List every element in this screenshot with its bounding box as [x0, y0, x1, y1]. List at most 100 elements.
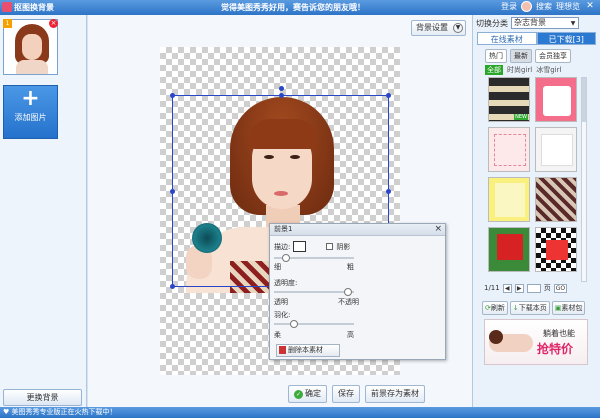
banner-line-1: 躺着也能 [543, 329, 575, 338]
filter-all[interactable]: 全部 [485, 65, 503, 75]
chevron-down-icon: ▼ [453, 23, 463, 33]
editor-area: 背景设置 ▼ 前景1 × 描边: 阴影 细 粗 透明度: 透明 不透明 羽化: … [88, 15, 472, 407]
material-tile[interactable]: NEW [488, 77, 530, 122]
image-thumbnail[interactable]: 1 × [3, 19, 58, 75]
prev-page-icon[interactable]: ◀ [502, 283, 512, 293]
subtab-latest[interactable]: 最新 [510, 49, 532, 63]
thumb-face [22, 34, 42, 60]
feather-labels: 柔 高 [274, 330, 354, 340]
new-badge: NEW [514, 114, 528, 120]
slider-knob[interactable] [290, 320, 298, 328]
close-window-button[interactable]: ✕ [584, 1, 596, 12]
material-pack-button[interactable]: ▣素材包 [551, 301, 586, 315]
save-foreground-button[interactable]: 前景存为素材 [365, 385, 425, 403]
check-icon: ✓ [294, 389, 303, 399]
shadow-checkbox[interactable] [326, 243, 334, 250]
change-background-button[interactable]: 更换背景 [3, 389, 82, 406]
material-tabs: 在线素材 已下载[3] [477, 32, 596, 45]
tile-frame [543, 86, 571, 116]
feather-label: 羽化: [274, 311, 291, 319]
avatar[interactable] [521, 1, 532, 12]
material-tile[interactable] [535, 227, 577, 272]
search-link[interactable]: 搜索 [536, 1, 552, 12]
title-bar: 抠图换背景 觉得美图秀秀好用，赛告诉您的朋友哦！ 登录 搜索 理想览 ✕ [0, 0, 600, 15]
scrollbar-thumb[interactable] [582, 78, 586, 122]
chevron-down-icon: ▼ [570, 20, 576, 27]
subtab-hot[interactable]: 热门 [485, 49, 507, 63]
feather-slider[interactable] [274, 320, 354, 328]
material-grid: NEW [488, 77, 577, 272]
material-tile[interactable] [488, 177, 530, 222]
tile-frame [546, 240, 568, 260]
save-button[interactable]: 保存 [332, 385, 360, 403]
stroke-label: 描边: [274, 242, 291, 251]
next-page-icon[interactable]: ▶ [514, 283, 524, 293]
banner-figure-hair [489, 330, 503, 344]
material-tile[interactable] [535, 77, 577, 122]
filter-fashion[interactable]: 时尚girl [507, 65, 532, 75]
material-tile[interactable] [535, 177, 577, 222]
delete-material-label: 删除本素材 [288, 346, 323, 354]
go-button[interactable]: GO [553, 283, 568, 293]
resize-handle[interactable] [279, 93, 284, 98]
resize-handle[interactable] [170, 284, 175, 289]
material-pack-label: 素材包 [561, 304, 583, 312]
page-count: 1/11 [484, 284, 500, 292]
resize-handle[interactable] [170, 93, 175, 98]
close-icon[interactable]: × [434, 224, 442, 235]
thick-label: 粗 [347, 263, 354, 271]
page-input[interactable] [526, 283, 541, 293]
category-select[interactable]: 杂志背景 ▼ [511, 17, 579, 29]
tab-downloaded[interactable]: 已下载[3] [536, 32, 596, 45]
download-page-button[interactable]: ↓下载本页 [509, 301, 550, 315]
resize-handle[interactable] [386, 93, 391, 98]
page-label: 页 [543, 284, 551, 292]
tab-online[interactable]: 在线素材 [477, 32, 537, 45]
material-tile[interactable] [488, 227, 530, 272]
status-bar[interactable]: ♥ 美图秀秀专业版正在火热下载中！ [0, 407, 600, 418]
view-link[interactable]: 理想览 [556, 1, 580, 12]
opacity-labels: 透明 不透明 [274, 297, 359, 307]
opaque-label: 不透明 [338, 298, 359, 306]
promo-banner[interactable]: 躺着也能 抢特价 [484, 319, 588, 365]
tile-frame [497, 234, 523, 260]
foreground-settings-panel: 前景1 × 描边: 阴影 细 粗 透明度: 透明 不透明 羽化: 柔 高 删除本… [269, 223, 446, 360]
stroke-color-swatch[interactable] [293, 241, 307, 252]
background-settings-dropdown[interactable]: 背景设置 ▼ [411, 20, 466, 36]
material-tile[interactable] [488, 127, 530, 172]
thumb-index-badge: 1 [3, 19, 12, 28]
opacity-slider[interactable] [274, 288, 354, 296]
material-actions: ⟳刷新 ↓下载本页 ▣素材包 [482, 301, 586, 315]
pager: 1/11 ◀ ▶ 页 GO [484, 283, 568, 293]
action-buttons: ✓ 确定 保存 前景存为素材 [288, 385, 425, 403]
app-logo-icon [2, 2, 12, 12]
transparent-label: 透明 [274, 298, 288, 306]
hard-label: 高 [347, 331, 354, 339]
image-list-panel: 1 × + 添加图片 更换背景 [0, 15, 87, 407]
filter-ice[interactable]: 冰雪girl [536, 65, 561, 75]
material-scrollbar[interactable] [581, 77, 587, 282]
subtab-vip[interactable]: 会员独享 [535, 49, 571, 63]
filter-tags: 全部 时尚girl 冰雪girl [485, 65, 561, 75]
confirm-button[interactable]: ✓ 确定 [288, 385, 327, 403]
rotate-handle[interactable] [279, 86, 284, 91]
login-link[interactable]: 登录 [501, 1, 517, 12]
material-tile[interactable] [535, 127, 577, 172]
promo-message[interactable]: 觉得美图秀秀好用，赛告诉您的朋友哦！ [221, 2, 365, 13]
fg-panel-header[interactable]: 前景1 × [270, 224, 445, 236]
fg-panel-title: 前景1 [274, 225, 293, 233]
save-foreground-label: 前景存为素材 [371, 389, 419, 398]
stroke-width-slider[interactable] [274, 254, 354, 262]
titlebar-controls: 登录 搜索 理想览 ✕ [501, 1, 596, 12]
trash-icon [279, 346, 286, 354]
delete-thumb-icon[interactable]: × [49, 19, 58, 28]
resize-handle[interactable] [170, 189, 175, 194]
add-image-button[interactable]: + 添加图片 [3, 85, 58, 139]
tile-frame [494, 134, 526, 166]
slider-knob[interactable] [344, 288, 352, 296]
slider-knob[interactable] [282, 254, 290, 262]
refresh-button[interactable]: ⟳刷新 [482, 301, 508, 315]
resize-handle[interactable] [386, 189, 391, 194]
delete-material-button[interactable]: 删除本素材 [276, 344, 340, 357]
thickness-labels: 细 粗 [274, 262, 354, 272]
